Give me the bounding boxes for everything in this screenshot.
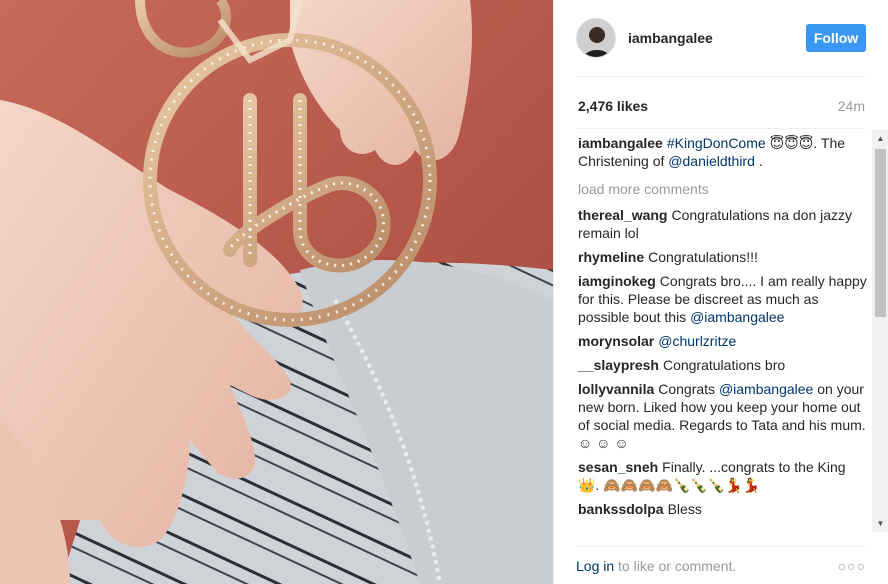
- login-link[interactable]: Log in: [576, 558, 614, 574]
- divider: [576, 76, 866, 77]
- post-footer: Log in to like or comment. ○○○: [576, 558, 866, 574]
- comments-list: iambangalee #KingDonCome 😇😇😇. The Christe…: [578, 134, 868, 534]
- comment-username[interactable]: morynsolar: [578, 333, 654, 349]
- avatar[interactable]: [576, 18, 616, 58]
- login-prompt-text: to like or comment.: [618, 558, 737, 574]
- likes-row: 2,476 likes 24m: [578, 98, 865, 114]
- comment-username[interactable]: __slaypresh: [578, 357, 659, 373]
- divider: [576, 128, 866, 129]
- comment-text: Congratulations!!!: [648, 249, 758, 265]
- caption-username[interactable]: iambangalee: [578, 135, 663, 151]
- avatar-image: [577, 19, 615, 57]
- post-username[interactable]: iambangalee: [628, 30, 713, 46]
- caption-end: .: [754, 153, 763, 169]
- login-prompt: Log in to like or comment.: [576, 558, 736, 574]
- caption-hashtag[interactable]: #KingDonCome: [667, 135, 766, 151]
- scrollbar-thumb[interactable]: [875, 149, 886, 317]
- post-photo[interactable]: [0, 0, 553, 584]
- list-item: thereal_wang Congratulations na don jazzy…: [578, 206, 868, 242]
- list-item: bankssdolpa Bless: [578, 500, 868, 518]
- divider: [576, 546, 866, 547]
- caption: iambangalee #KingDonCome 😇😇😇. The Christe…: [578, 134, 868, 170]
- scroll-up-arrow-icon[interactable]: ▲: [872, 130, 888, 147]
- list-item: __slaypresh Congratulations bro: [578, 356, 868, 374]
- comments-scrollbar[interactable]: ▲ ▼: [872, 130, 888, 532]
- comment-mention[interactable]: @churlzritze: [658, 333, 736, 349]
- list-item: rhymeline Congratulations!!!: [578, 248, 868, 266]
- comment-username[interactable]: sesan_sneh: [578, 459, 658, 475]
- list-item: morynsolar @churlzritze: [578, 332, 868, 350]
- comment-username[interactable]: lollyvannila: [578, 381, 654, 397]
- likes-count[interactable]: 2,476 likes: [578, 98, 648, 114]
- follow-button[interactable]: Follow: [806, 24, 866, 52]
- comment-username[interactable]: bankssdolpa: [578, 501, 664, 517]
- comment-mention[interactable]: @iambangalee: [719, 381, 813, 397]
- photo-image: [0, 0, 553, 584]
- comment-text: Congratulations bro: [662, 357, 786, 373]
- load-more-comments[interactable]: load more comments: [578, 180, 868, 198]
- list-item: iamginokeg Congrats bro.... I am really h…: [578, 272, 868, 326]
- comment-username[interactable]: iamginokeg: [578, 273, 656, 289]
- caption-mention[interactable]: @danieldthird: [668, 153, 755, 169]
- scroll-down-arrow-icon[interactable]: ▼: [872, 515, 888, 532]
- comment-username[interactable]: thereal_wang: [578, 207, 667, 223]
- post-details-panel: iambangalee Follow 2,476 likes 24m iamba…: [553, 0, 888, 584]
- list-item: sesan_sneh Finally. ...congrats to the Ki…: [578, 458, 868, 494]
- caption-emoji: 😇😇😇: [769, 135, 814, 151]
- comment-username[interactable]: rhymeline: [578, 249, 644, 265]
- list-item: lollyvannila Congrats @iambangalee on you…: [578, 380, 868, 452]
- comment-text: Congrats: [658, 381, 716, 397]
- comment-text: Bless: [667, 501, 702, 517]
- comment-mention[interactable]: @iambangalee: [690, 309, 784, 325]
- more-options-icon[interactable]: ○○○: [838, 558, 866, 574]
- post-time[interactable]: 24m: [838, 98, 865, 114]
- post-header: iambangalee Follow: [576, 17, 866, 59]
